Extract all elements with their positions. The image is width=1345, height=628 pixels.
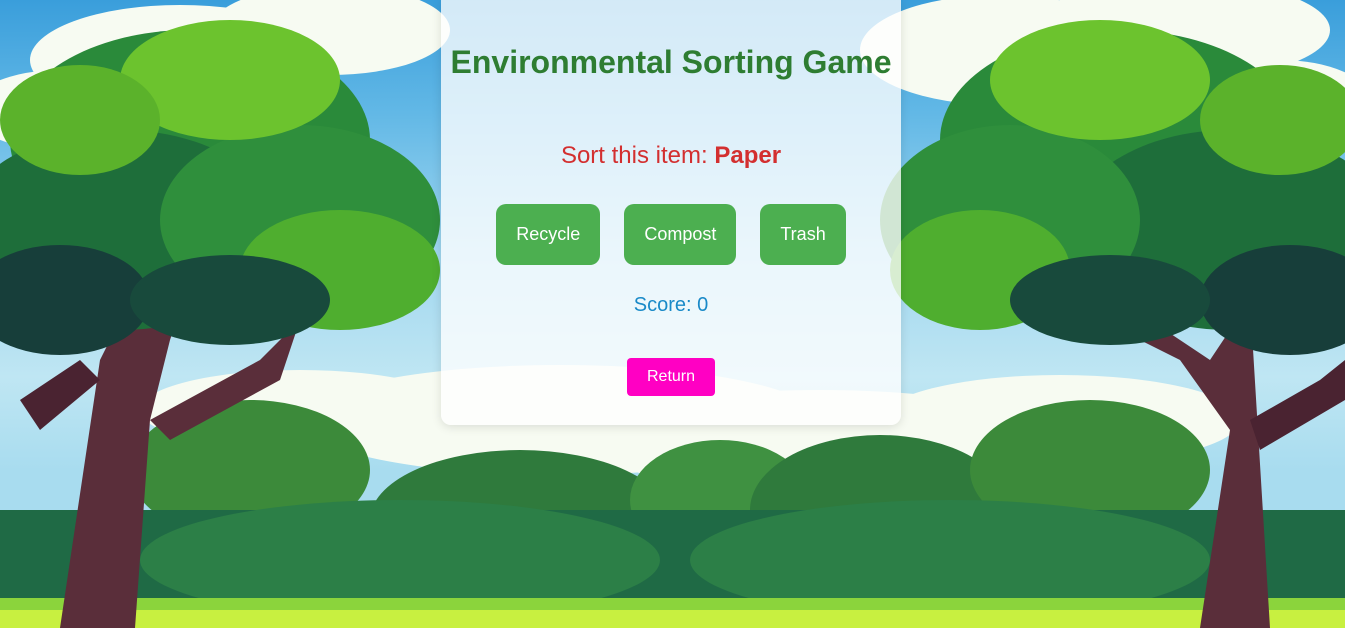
sort-choices: Recycle Compost Trash [441, 204, 901, 265]
sort-prompt: Sort this item: Paper [441, 142, 901, 170]
trash-button[interactable]: Trash [760, 204, 846, 265]
game-scene: Environmental Sorting Game Sort this ite… [0, 0, 1345, 628]
prompt-label: Sort this item: [560, 142, 708, 169]
current-item: Paper [714, 142, 782, 169]
game-panel: Environmental Sorting Game Sort this ite… [441, 0, 901, 425]
return-button[interactable]: Return [627, 358, 715, 396]
grass [0, 598, 1345, 628]
recycle-button[interactable]: Recycle [496, 204, 601, 265]
score-display: Score: 0 [633, 294, 709, 316]
compost-button[interactable]: Compost [624, 204, 737, 265]
game-title: Environmental Sorting Game [450, 44, 892, 80]
